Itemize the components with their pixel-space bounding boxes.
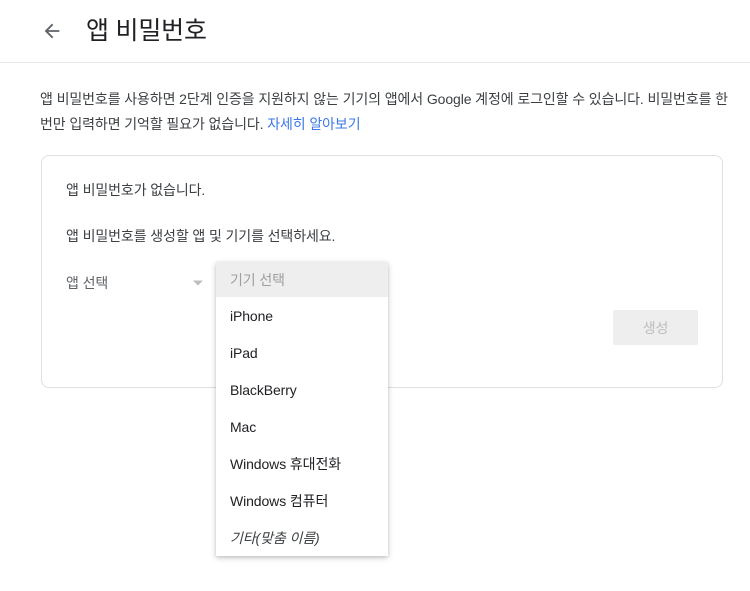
dropdown-item-mac[interactable]: Mac [216,408,388,445]
dropdown-item-blackberry[interactable]: BlackBerry [216,371,388,408]
dropdown-item-other-custom-name[interactable]: 기타(맞춤 이름) [216,519,388,556]
back-arrow-icon[interactable] [40,19,64,43]
page-header: 앱 비밀번호 [0,0,750,63]
description-paragraph: 앱 비밀번호를 사용하면 2단계 인증을 지원하지 않는 기기의 앱에서 Goo… [40,87,730,137]
dropdown-item-windows-computer[interactable]: Windows 컴퓨터 [216,482,388,519]
instruction-text: 앱 비밀번호를 생성할 앱 및 기기를 선택하세요. [66,228,336,244]
device-select-dropdown: 기기 선택 iPhone iPad BlackBerry Mac Windows… [216,262,388,556]
device-select-header[interactable]: 기기 선택 [216,262,388,297]
empty-state-text: 앱 비밀번호가 없습니다. [66,182,206,198]
chevron-down-icon [193,280,203,286]
app-select-label: 앱 선택 [66,275,109,291]
dropdown-item-ipad[interactable]: iPad [216,334,388,371]
description-text: 앱 비밀번호를 사용하면 2단계 인증을 지원하지 않는 기기의 앱에서 Goo… [40,91,728,132]
generate-button[interactable]: 생성 [613,310,698,345]
dropdown-item-iphone[interactable]: iPhone [216,297,388,334]
learn-more-link[interactable]: 자세히 알아보기 [267,116,360,132]
selectors-row: 앱 선택 [66,268,211,298]
page-title: 앱 비밀번호 [86,16,207,45]
dropdown-item-windows-phone[interactable]: Windows 휴대전화 [216,445,388,482]
app-select[interactable]: 앱 선택 [66,268,211,298]
